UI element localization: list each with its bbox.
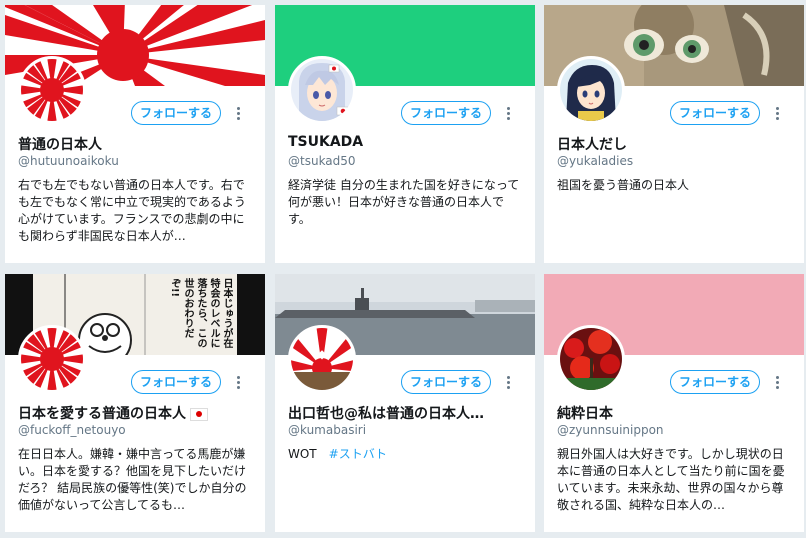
- more-options-icon[interactable]: [505, 376, 511, 390]
- more-options-icon[interactable]: [505, 107, 511, 121]
- hashtag-link[interactable]: #ストバト: [329, 447, 387, 461]
- user-card[interactable]: ◆ フォローする 出口哲也@私は普通の日本人… @kumabasiri WOT #…: [275, 274, 535, 532]
- display-name[interactable]: 出口哲也@私は普通の日本人…: [288, 403, 526, 423]
- avatar[interactable]: [18, 325, 86, 393]
- display-name[interactable]: 普通の日本人: [18, 134, 256, 154]
- bio: 祖国を憂う普通の日本人: [557, 178, 690, 192]
- more-options-icon[interactable]: [774, 107, 780, 121]
- follow-button[interactable]: フォローする: [670, 370, 760, 394]
- avatar[interactable]: [557, 56, 625, 124]
- bio: 経済学徒 自分の生まれた国を好きになって何が悪い！日本が好きな普通の日本人です。: [288, 178, 520, 226]
- username[interactable]: @fuckoff_netouyo: [18, 423, 126, 437]
- avatar[interactable]: [18, 56, 86, 124]
- japan-flag-icon: [190, 407, 208, 421]
- follow-button[interactable]: フォローする: [401, 370, 491, 394]
- follow-button[interactable]: フォローする: [131, 370, 221, 394]
- follow-button[interactable]: フォローする: [401, 101, 491, 125]
- username[interactable]: @tsukad50: [288, 154, 356, 168]
- display-name[interactable]: 純粋日本: [557, 403, 795, 423]
- bio: WOT #ストバト: [288, 447, 388, 461]
- avatar[interactable]: ◆: [288, 325, 356, 393]
- display-name[interactable]: 日本を愛する普通の日本人: [18, 403, 256, 423]
- follow-button[interactable]: フォローする: [131, 101, 221, 125]
- svg-text:◆: ◆: [317, 347, 327, 361]
- display-name[interactable]: TSUKADA: [288, 134, 526, 150]
- more-options-icon[interactable]: [235, 376, 241, 390]
- username[interactable]: @zyunnsuinippon: [557, 423, 664, 437]
- user-card[interactable]: フォローする TSUKADA @tsukad50 経済学徒 自分の生まれた国を好…: [275, 5, 535, 263]
- username[interactable]: @hutuunoaikoku: [18, 154, 119, 168]
- user-card[interactable]: フォローする 普通の日本人 @hutuunoaikoku 右でも左でもない普通の…: [5, 5, 265, 263]
- user-card[interactable]: フォローする 日本人だし @yukaladies 祖国を憂う普通の日本人: [544, 5, 804, 263]
- username[interactable]: @kumabasiri: [288, 423, 366, 437]
- more-options-icon[interactable]: [235, 107, 241, 121]
- follow-button[interactable]: フォローする: [670, 101, 760, 125]
- avatar[interactable]: [288, 56, 356, 124]
- user-card[interactable]: 日本じゅうが在特会のレベルに落ちたら、この世のおわりだぞ!! フォローする 日本…: [5, 274, 265, 532]
- bio: 親日外国人は大好きです。しかし現状の日本に普通の日本人として当たり前に国を憂いて…: [557, 447, 785, 512]
- user-card[interactable]: フォローする 純粋日本 @zyunnsuinippon 親日外国人は大好きです。…: [544, 274, 804, 532]
- bio: 右でも左でもない普通の日本人です。右でも左でもなく常に中立で現実的であるよう心が…: [18, 178, 246, 243]
- username[interactable]: @yukaladies: [557, 154, 633, 168]
- avatar[interactable]: [557, 325, 625, 393]
- manga-caption: 日本じゅうが在特会のレベルに落ちたら、この世のおわりだぞ!!: [169, 278, 232, 348]
- bio: 在日日本人。嫌韓・嫌中言ってる馬鹿が嫌い。日本を愛する？他国を見下したいだけだろ…: [18, 447, 247, 512]
- display-name[interactable]: 日本人だし: [557, 134, 795, 154]
- more-options-icon[interactable]: [774, 376, 780, 390]
